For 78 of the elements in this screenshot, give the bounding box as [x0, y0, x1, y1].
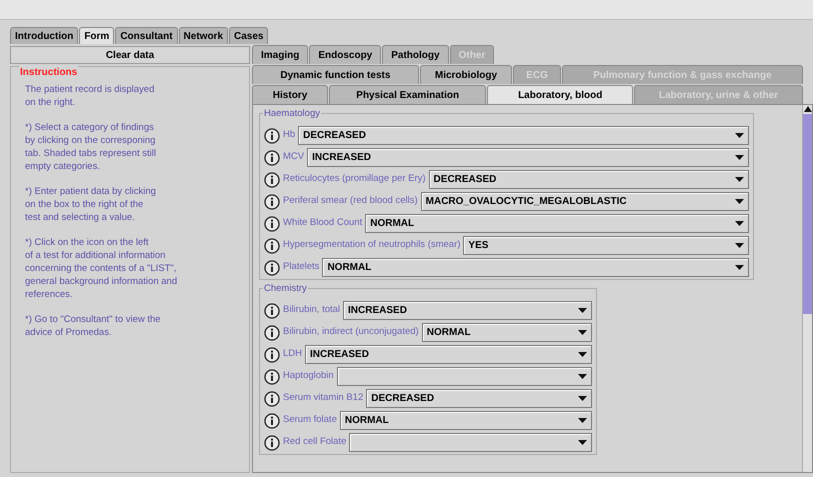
scrollbar-thumb[interactable]: [803, 114, 812, 314]
dropdown-field[interactable]: DECREASED: [298, 126, 749, 145]
category-tab[interactable]: Microbiology: [420, 65, 512, 84]
main-tab[interactable]: Form: [79, 27, 114, 44]
caret-icon: [735, 155, 744, 160]
field-label: Bilirubin, indirect (unconjugated): [283, 325, 419, 340]
dropdown-field[interactable]: INCREASED: [343, 301, 592, 320]
main-tab[interactable]: Consultant: [115, 27, 178, 44]
field-label: White Blood Count: [283, 216, 362, 230]
category-tab[interactable]: Pathology: [382, 45, 449, 64]
field-label: LDH: [283, 347, 302, 362]
dropdown-field[interactable]: [336, 367, 592, 386]
info-icon[interactable]: [264, 150, 280, 166]
main-tab[interactable]: Cases: [229, 27, 268, 44]
category-tab[interactable]: Dynamic function tests: [252, 65, 419, 84]
instruction-paragraph: *) Select a category of findings by clicking on the corresponing tab. Shaded tabs represent still empty categories.: [25, 121, 157, 173]
dropdown-field[interactable]: [349, 433, 592, 452]
field-label: Platelets: [283, 260, 320, 274]
caret-icon: [578, 418, 587, 423]
info-icon[interactable]: [264, 216, 280, 232]
field-label: Hypersegmentation of neutrophils (smear): [283, 238, 460, 252]
field-label: Periferal smear (red blood cells): [283, 194, 418, 208]
info-icon[interactable]: [264, 368, 280, 384]
dropdown-field[interactable]: NORMAL: [322, 258, 749, 277]
category-tab[interactable]: Endoscopy: [309, 45, 382, 64]
scroll-up-arrow-icon[interactable]: [804, 106, 812, 112]
caret-icon: [735, 243, 744, 248]
caret-icon: [578, 396, 587, 401]
info-icon[interactable]: [264, 324, 280, 340]
category-tab[interactable]: Laboratory, blood: [487, 85, 634, 104]
clear-data-button[interactable]: Clear data: [10, 46, 250, 64]
category-tab[interactable]: Physical Examination: [329, 85, 486, 104]
caret-icon: [578, 374, 587, 379]
info-icon[interactable]: [264, 302, 280, 318]
dropdown-field[interactable]: MACRO_OVALOCYTIC_MEGALOBLASTIC: [420, 192, 749, 211]
field-label: Serum folate: [283, 413, 337, 428]
field-label: MCV: [283, 150, 304, 164]
dropdown-field[interactable]: YES: [463, 236, 749, 255]
field-label: Haptoglobin: [283, 369, 334, 384]
info-icon[interactable]: [264, 434, 280, 450]
dropdown-field[interactable]: INCREASED: [305, 345, 592, 364]
caret-icon: [735, 265, 744, 270]
category-tab[interactable]: History: [252, 85, 328, 104]
scrollbar[interactable]: [802, 105, 812, 472]
dropdown-field[interactable]: NORMAL: [365, 214, 749, 233]
main-tab[interactable]: Network: [178, 27, 228, 44]
info-icon[interactable]: [264, 172, 280, 188]
category-tab[interactable]: Imaging: [252, 45, 308, 64]
caret-icon: [735, 221, 744, 226]
main-tab[interactable]: Introduction: [10, 27, 78, 44]
caret-icon: [735, 177, 744, 182]
caret-icon: [578, 330, 587, 335]
info-icon[interactable]: [264, 194, 280, 210]
dropdown-field[interactable]: NORMAL: [422, 323, 592, 342]
caret-icon: [578, 352, 587, 357]
dropdown-field[interactable]: DECREASED: [366, 389, 592, 408]
info-icon[interactable]: [264, 260, 280, 276]
info-icon[interactable]: [264, 238, 280, 254]
instruction-paragraph: *) Enter patient data by clicking on the box to the right of the test and selecting a value.: [25, 185, 157, 224]
field-label: Bilirubin, total: [283, 303, 340, 318]
dropdown-field[interactable]: NORMAL: [340, 411, 592, 430]
info-icon[interactable]: [264, 346, 280, 362]
dropdown-field[interactable]: DECREASED: [428, 170, 749, 189]
caret-icon: [735, 133, 744, 138]
instruction-paragraph: *) Click on the icon on the left of a test for additional information concerning the contents of a "LIST", general background information and references.: [25, 236, 178, 301]
caret-icon: [578, 308, 587, 313]
dropdown-field[interactable]: INCREASED: [307, 148, 749, 167]
caret-icon: [578, 440, 587, 445]
instruction-paragraph: The patient record is displayed on the right.: [25, 83, 156, 109]
info-icon[interactable]: [264, 390, 280, 406]
field-label: Serum vitamin B12: [283, 391, 364, 406]
info-icon[interactable]: [264, 128, 280, 144]
caret-icon: [735, 199, 744, 204]
field-label: Red cell Folate: [283, 435, 346, 450]
instruction-paragraph: *) Go to "Consultant" to view the advice of Promedas.: [25, 313, 162, 339]
info-icon[interactable]: [264, 412, 280, 428]
field-label: Reticulocytes (promillage per Ery): [283, 172, 426, 186]
field-label: Hb: [283, 128, 296, 142]
